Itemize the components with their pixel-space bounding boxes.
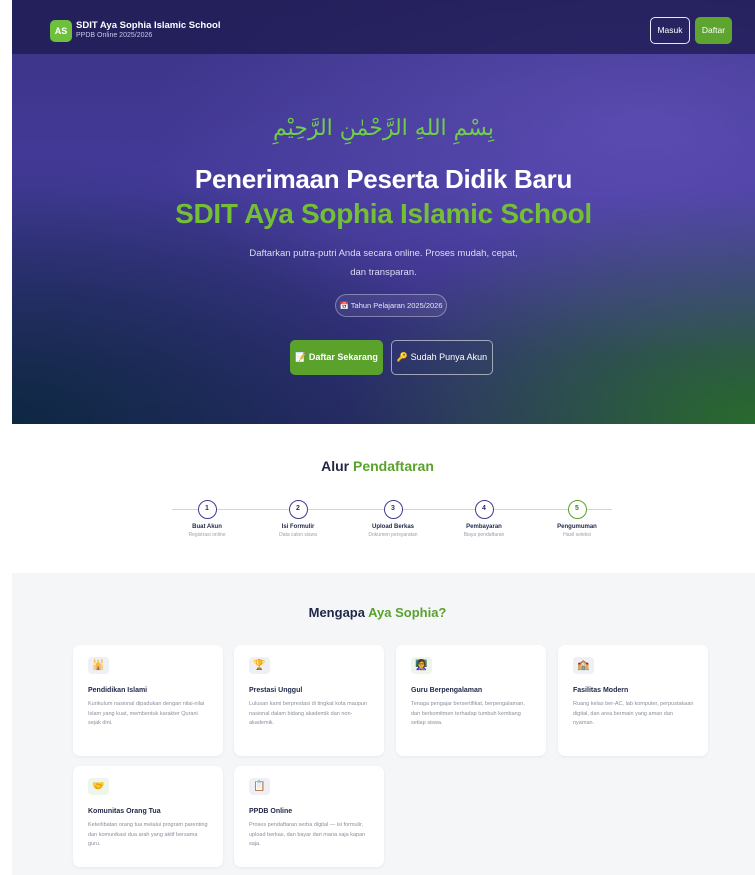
why-title: Mengapa Aya Sophia?: [0, 605, 755, 620]
step-label: Upload Berkas: [371, 524, 414, 530]
card-title: PPDB Online: [249, 808, 293, 815]
card-description: Tenaga pengajar bersertifikat, berpengal…: [411, 701, 525, 726]
flow-step: 4 Pembayaran Biaya pendaftaran: [444, 500, 524, 538]
card-title: Pendidikan Islami: [88, 687, 148, 694]
hero-title: Penerimaan Peserta Didik Baru: [194, 164, 573, 194]
step-label: Buat Akun: [192, 524, 222, 530]
step-number: 4: [474, 500, 494, 519]
teacher-icon: 👩‍🏫: [411, 657, 432, 674]
card-description: Keterlibatan orang tua melalui program p…: [88, 822, 208, 847]
feature-card: 📋 PPDB Online Proses pendaftaran serba d…: [234, 766, 384, 867]
logo[interactable]: AS: [50, 20, 72, 42]
step-label: Pembayaran: [466, 524, 502, 530]
flow-title-accent: Pendaftaran: [352, 458, 434, 474]
step-subtitle: Hasil seleksi: [563, 532, 591, 538]
feature-card: 🏆 Prestasi Unggul Lulusan kami berpresta…: [234, 645, 384, 756]
card-description: Lulusan kami berprestasi di tingkat kota…: [249, 701, 368, 726]
card-title: Komunitas Orang Tua: [88, 808, 161, 815]
card-description: Ruang kelas ber-AC, lab komputer, perpus…: [573, 701, 694, 726]
step-label: Isi Formulir: [281, 524, 315, 530]
school-building-icon: 🏫: [573, 657, 594, 674]
brand-title[interactable]: SDIT Aya Sophia Islamic School: [76, 20, 220, 31]
card-title: Guru Berpengalaman: [411, 687, 483, 694]
mosque-icon: 🕌: [88, 657, 109, 674]
handshake-icon: 🤝: [88, 778, 109, 795]
step-subtitle: Registrasi online: [188, 532, 226, 538]
year-badge: 📅 Tahun Pelajaran 2025/2026: [335, 294, 447, 317]
step-number: 1: [197, 500, 217, 519]
step-label: Pengumuman: [557, 524, 597, 530]
step-number: 2: [288, 500, 308, 519]
why-title-accent: Aya Sophia?: [368, 605, 447, 620]
feature-card: 🏫 Fasilitas Modern Ruang kelas ber-AC, l…: [558, 645, 708, 756]
login-button[interactable]: Masuk: [650, 17, 690, 44]
step-subtitle: Dokumen persyaratan: [368, 532, 418, 538]
step-number: 5: [567, 500, 587, 519]
flow-step: 5 Pengumuman Hasil seleksi: [537, 500, 617, 538]
step-number: 3: [383, 500, 403, 519]
hero-section: AS SDIT Aya Sophia Islamic School PPDB O…: [12, 0, 755, 424]
card-title: Prestasi Unggul: [249, 687, 303, 694]
flow-title: Alur Pendaftaran: [0, 458, 755, 474]
flow-step: 3 Upload Berkas Dokumen persyaratan: [353, 500, 433, 538]
flow-step: 1 Buat Akun Registrasi online: [167, 500, 247, 538]
step-subtitle: Data calon siswa: [279, 532, 317, 538]
flow-step: 2 Isi Formulir Data calon siswa: [258, 500, 338, 538]
card-description: Kurikulum nasional dipadukan dengan nila…: [88, 701, 205, 726]
feature-card: 👩‍🏫 Guru Berpengalaman Tenaga pengajar b…: [396, 645, 546, 756]
hero-school-name: SDIT Aya Sophia Islamic School: [175, 198, 592, 229]
navbar: AS SDIT Aya Sophia Islamic School PPDB O…: [12, 0, 755, 54]
feature-card: 🕌 Pendidikan Islami Kurikulum nasional d…: [73, 645, 223, 756]
bismillah-text: بِسْمِ اللهِ الرَّحْمٰنِ الرَّحِيْمِ: [272, 116, 495, 141]
flow-title-prefix: Alur: [321, 458, 350, 474]
have-account-button[interactable]: 🔑 Sudah Punya Akun: [391, 340, 493, 375]
brand-subtitle: PPDB Online 2025/2026: [76, 32, 153, 39]
card-title: Fasilitas Modern: [573, 687, 629, 694]
why-title-prefix: Mengapa: [308, 605, 365, 620]
step-subtitle: Biaya pendaftaran: [463, 532, 505, 538]
register-now-button[interactable]: 📝 Daftar Sekarang: [290, 340, 383, 375]
trophy-icon: 🏆: [249, 657, 270, 674]
hero-description: Daftarkan putra-putri Anda secara online…: [249, 248, 518, 278]
register-button[interactable]: Daftar: [695, 17, 732, 44]
clipboard-icon: 📋: [249, 778, 270, 795]
card-description: Proses pendaftaran serba digital — isi f…: [249, 822, 366, 847]
feature-card: 🤝 Komunitas Orang Tua Keterlibatan orang…: [73, 766, 223, 867]
